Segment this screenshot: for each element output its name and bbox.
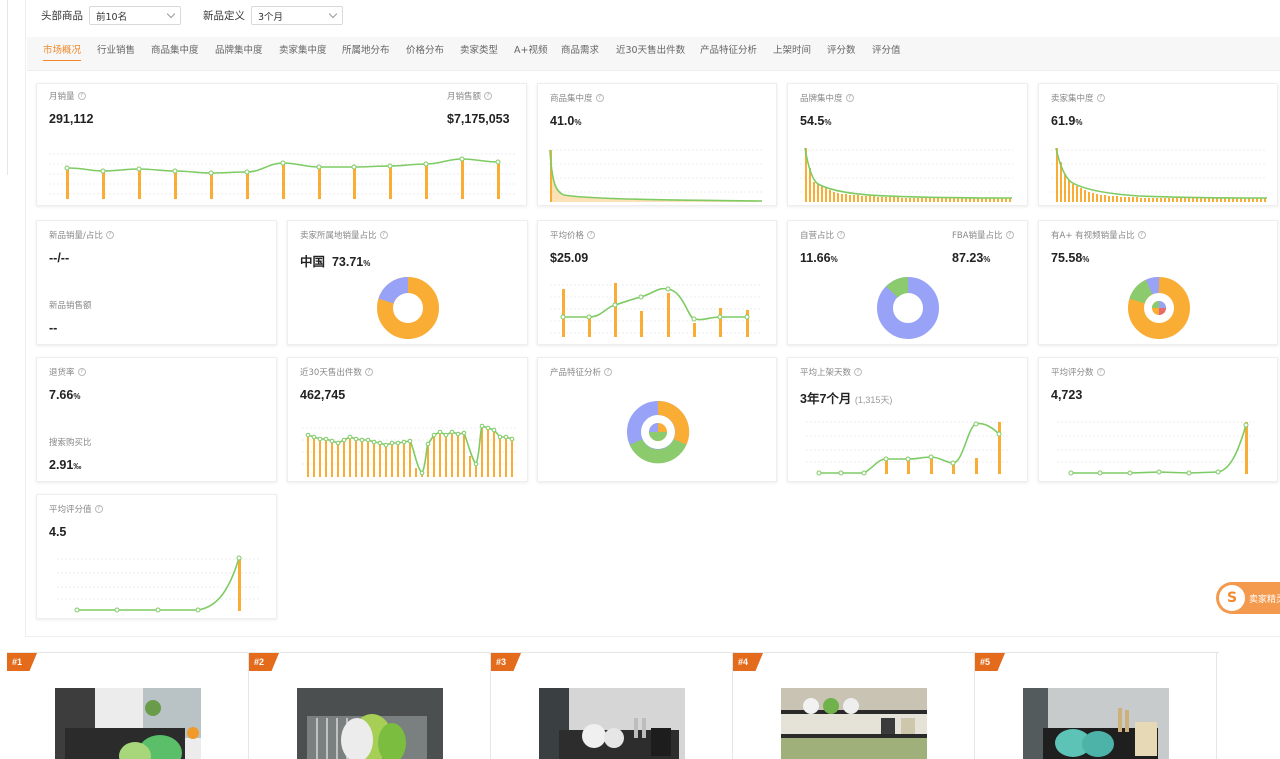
- product-card[interactable]: #4: [733, 653, 975, 759]
- review-count-chart: [1057, 421, 1254, 476]
- seller-concentration-chart: [1051, 147, 1268, 202]
- return-rate-card: 退货率? 7.66% 搜索购买比 2.91‰: [36, 357, 277, 482]
- avg-price-chart: [550, 283, 760, 337]
- chevron-down-icon: [166, 9, 176, 19]
- sold-30-days-card: 近30天售出件数? 462,745: [287, 357, 528, 482]
- tab-market-overview[interactable]: 市场概况: [43, 37, 82, 71]
- top-products-value: 前10名: [96, 11, 128, 23]
- new-product-definition-select[interactable]: 3个月: [251, 6, 343, 25]
- tab-rating-value[interactable]: 评分值: [872, 37, 901, 71]
- top-products-label: 头部商品: [41, 10, 83, 22]
- page: 头部商品 前10名 新品定义 3个月 市场概况 行业销售 商品集中度 品牌集中度…: [0, 0, 1280, 759]
- product-image[interactable]: [297, 688, 443, 759]
- filter-row: 头部商品 前10名 新品定义 3个月: [41, 6, 365, 25]
- tab-aplus-video[interactable]: A+视频: [514, 37, 547, 71]
- new-product-definition-value: 3个月: [258, 11, 284, 23]
- help-icon: ?: [77, 368, 86, 376]
- listing-days-card: 平均上架天数? 3年7个月 (1,315天): [787, 357, 1028, 482]
- top-products-list: #1 #2 #3 #4 #5: [7, 652, 1219, 759]
- return-rate-label: 退货率?: [49, 366, 86, 378]
- avg-rating-card: 平均评分值? 4.5: [36, 494, 277, 619]
- tab-seller-type[interactable]: 卖家类型: [460, 37, 498, 71]
- tab-product-demand[interactable]: 商品需求: [561, 37, 599, 71]
- avg-rating-chart: [57, 555, 261, 613]
- self-operated-donut: [877, 277, 939, 339]
- rank-badge: #5: [975, 653, 1005, 671]
- tab-product-concentration[interactable]: 商品集中度: [151, 37, 199, 71]
- seller-sprite-logo-icon: S: [1219, 585, 1245, 611]
- tab-price-distribution[interactable]: 价格分布: [406, 37, 444, 71]
- product-card[interactable]: #3: [491, 653, 733, 759]
- self-operated-card: 自营占比? 11.66% FBA销量占比? 87.23%: [787, 220, 1028, 345]
- product-concentration-card: 商品集中度? 41.0%: [537, 83, 777, 206]
- tab-seller-location[interactable]: 所属地分布: [342, 37, 390, 71]
- monthly-sales-card: 月销量? 291,112 月销售额? $7,175,053: [36, 83, 527, 206]
- listing-days-chart: [806, 421, 1008, 476]
- top-products-select[interactable]: 前10名: [89, 6, 181, 25]
- tab-seller-concentration[interactable]: 卖家集中度: [279, 37, 327, 71]
- new-products-revenue-value: --: [49, 321, 58, 335]
- product-image[interactable]: [539, 688, 685, 759]
- aplus-video-card: 有A+ 有视频销量占比? 75.58%: [1038, 220, 1278, 345]
- tab-review-count[interactable]: 评分数: [827, 37, 856, 71]
- new-products-label: 新品销量/占比?: [49, 229, 114, 241]
- brand-concentration-card: 品牌集中度? 54.5%: [787, 83, 1028, 206]
- tab-brand-concentration[interactable]: 品牌集中度: [215, 37, 263, 71]
- product-image[interactable]: [55, 688, 201, 759]
- seller-origin-card: 卖家所属地销量占比? 中国 73.71%: [287, 220, 528, 345]
- product-image[interactable]: [1023, 688, 1169, 759]
- seller-origin-donut: [377, 276, 439, 339]
- rank-badge: #1: [7, 653, 37, 671]
- brand-concentration-chart: [800, 147, 1013, 202]
- seller-sprite-float-button[interactable]: S 卖家精灵: [1216, 582, 1280, 614]
- aplus-video-donut: [1128, 277, 1190, 339]
- feature-analysis-donut: [627, 400, 690, 464]
- tab-industry-sales[interactable]: 行业销售: [97, 37, 135, 71]
- tab-feature-analysis[interactable]: 产品特征分析: [700, 37, 757, 71]
- return-rate-value: 7.66%: [49, 388, 81, 402]
- product-card[interactable]: #1: [7, 653, 249, 759]
- seller-sprite-label: 卖家精灵: [1249, 594, 1280, 605]
- product-card[interactable]: #5: [975, 653, 1217, 759]
- rank-badge: #4: [733, 653, 763, 671]
- rank-badge: #2: [249, 653, 279, 671]
- monthly-sales-chart: [49, 153, 517, 199]
- seller-concentration-card: 卖家集中度? 61.9%: [1038, 83, 1278, 206]
- rank-badge: #3: [491, 653, 521, 671]
- new-products-card: 新品销量/占比? --/-- 新品销售额 --: [36, 220, 277, 345]
- new-products-value: --/--: [49, 251, 70, 265]
- review-count-card: 平均评分数? 4,723: [1038, 357, 1278, 482]
- avg-price-card: 平均价格? $25.09: [537, 220, 777, 345]
- left-divider: [7, 0, 8, 175]
- product-card[interactable]: #2: [249, 653, 491, 759]
- sold-30-days-chart: [302, 423, 516, 477]
- feature-analysis-card: 产品特征分析?: [537, 357, 777, 482]
- product-image[interactable]: [781, 688, 927, 759]
- product-concentration-chart: [548, 149, 763, 202]
- tab-listing-time[interactable]: 上架时间: [773, 37, 811, 71]
- tab-sold-30-days[interactable]: 近30天售出件数: [616, 37, 685, 71]
- chevron-down-icon: [328, 9, 338, 19]
- search-purchase-ratio-label: 搜索购买比: [49, 438, 92, 448]
- search-purchase-ratio-value: 2.91‰: [49, 458, 82, 472]
- help-icon: ?: [105, 231, 114, 239]
- new-product-definition-label: 新品定义: [203, 10, 245, 22]
- analysis-tabs: 市场概况 行业销售 商品集中度 品牌集中度 卖家集中度 所属地分布 价格分布 卖…: [27, 37, 1280, 71]
- new-products-revenue-label: 新品销售额: [49, 301, 92, 311]
